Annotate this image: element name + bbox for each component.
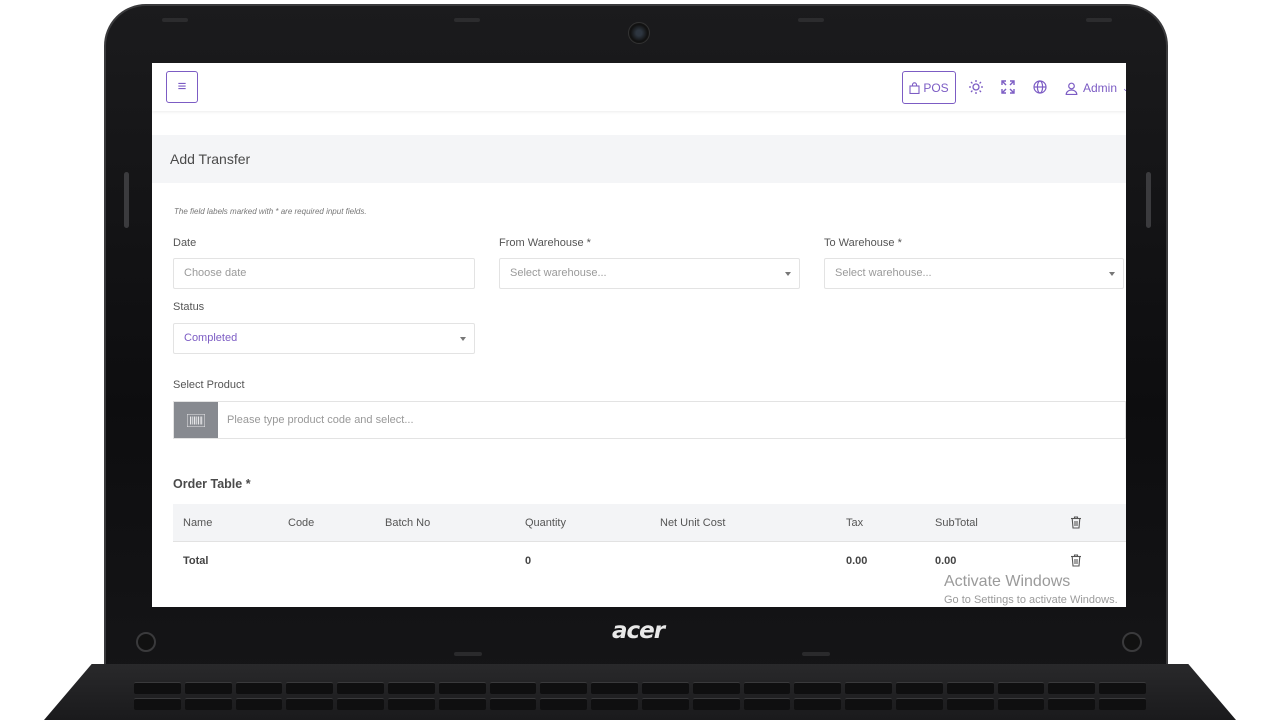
sun-icon[interactable]	[968, 79, 984, 95]
page-title: Add Transfer	[170, 151, 251, 167]
hamburger-icon: ≡	[177, 78, 187, 95]
trash-icon	[1071, 516, 1081, 529]
from-warehouse-value: Select warehouse...	[510, 267, 607, 279]
column-header-net-unit-cost: Net Unit Cost	[660, 517, 726, 529]
lid-bump	[1086, 18, 1112, 22]
lid-bump	[454, 18, 480, 22]
required-fields-note: The field labels marked with * are requi…	[174, 207, 367, 216]
column-header-batch-no: Batch No	[385, 517, 431, 529]
from-warehouse-label: From Warehouse *	[499, 237, 591, 249]
lid-bump	[798, 18, 824, 22]
caret-down-icon	[1109, 272, 1115, 276]
key-row	[134, 682, 1146, 694]
webcam	[628, 22, 650, 44]
page-header: Add Transfer	[152, 135, 1126, 183]
watermark-subtitle: Go to Settings to activate Windows.	[944, 594, 1118, 606]
to-warehouse-value: Select warehouse...	[835, 267, 932, 279]
barcode-icon	[187, 413, 205, 427]
user-icon	[1065, 82, 1078, 95]
chevron-down-icon: ⌄	[1122, 82, 1126, 93]
to-warehouse-label: To Warehouse *	[824, 237, 902, 249]
order-table-title: Order Table *	[173, 477, 251, 491]
user-name: Admin	[1083, 81, 1118, 95]
pos-button[interactable]: POS	[902, 71, 956, 104]
status-select[interactable]: Completed	[173, 323, 475, 354]
column-header-quantity: Quantity	[525, 517, 566, 529]
lid-hinge	[124, 172, 129, 228]
expand-icon[interactable]	[1000, 79, 1016, 95]
date-input[interactable]: Choose date	[173, 258, 475, 289]
lid-corner-dot	[136, 632, 156, 652]
menu-toggle-button[interactable]: ≡	[166, 71, 198, 103]
lid-bump	[162, 18, 188, 22]
lid-hinge	[1146, 172, 1151, 228]
activate-windows-watermark: Activate Windows Go to Settings to activ…	[944, 573, 1118, 606]
total-tax: 0.00	[846, 555, 868, 567]
watermark-title: Activate Windows	[944, 573, 1071, 590]
lid-bottom-tab	[802, 652, 830, 656]
shopping-bag-icon	[909, 81, 920, 94]
from-warehouse-select[interactable]: Select warehouse...	[499, 258, 800, 289]
pos-label: POS	[923, 80, 949, 95]
to-warehouse-select[interactable]: Select warehouse...	[824, 258, 1124, 289]
acer-logo: acer	[611, 618, 665, 644]
product-search-group: Please type product code and select...	[173, 401, 1126, 439]
keyboard	[44, 664, 1236, 720]
screen: ≡ POS Admin ⌄ Add Transfer The field lab…	[152, 63, 1126, 607]
date-label: Date	[173, 237, 197, 249]
barcode-button[interactable]	[174, 402, 218, 438]
globe-icon[interactable]	[1032, 79, 1048, 95]
top-navbar: ≡ POS Admin ⌄	[152, 63, 1126, 111]
caret-down-icon	[460, 337, 466, 341]
user-menu[interactable]: Admin ⌄	[1065, 80, 1126, 96]
lid-corner-dot	[1122, 632, 1142, 652]
caret-down-icon	[785, 272, 791, 276]
status-value: Completed	[184, 332, 238, 344]
table-header-row: Name Code Batch No Quantity Net Unit Cos…	[173, 504, 1126, 542]
select-product-label: Select Product	[173, 379, 245, 391]
status-label: Status	[173, 301, 205, 313]
product-search-input[interactable]: Please type product code and select...	[227, 402, 414, 438]
column-header-subtotal: SubTotal	[935, 517, 978, 529]
key-row	[134, 698, 1146, 710]
column-header-code: Code	[288, 517, 315, 529]
column-header-name: Name	[183, 517, 213, 529]
trash-icon	[1071, 554, 1081, 567]
total-quantity: 0	[525, 555, 532, 567]
total-label: Total	[183, 555, 209, 567]
column-header-tax: Tax	[846, 517, 864, 529]
lid-bottom-tab	[454, 652, 482, 656]
